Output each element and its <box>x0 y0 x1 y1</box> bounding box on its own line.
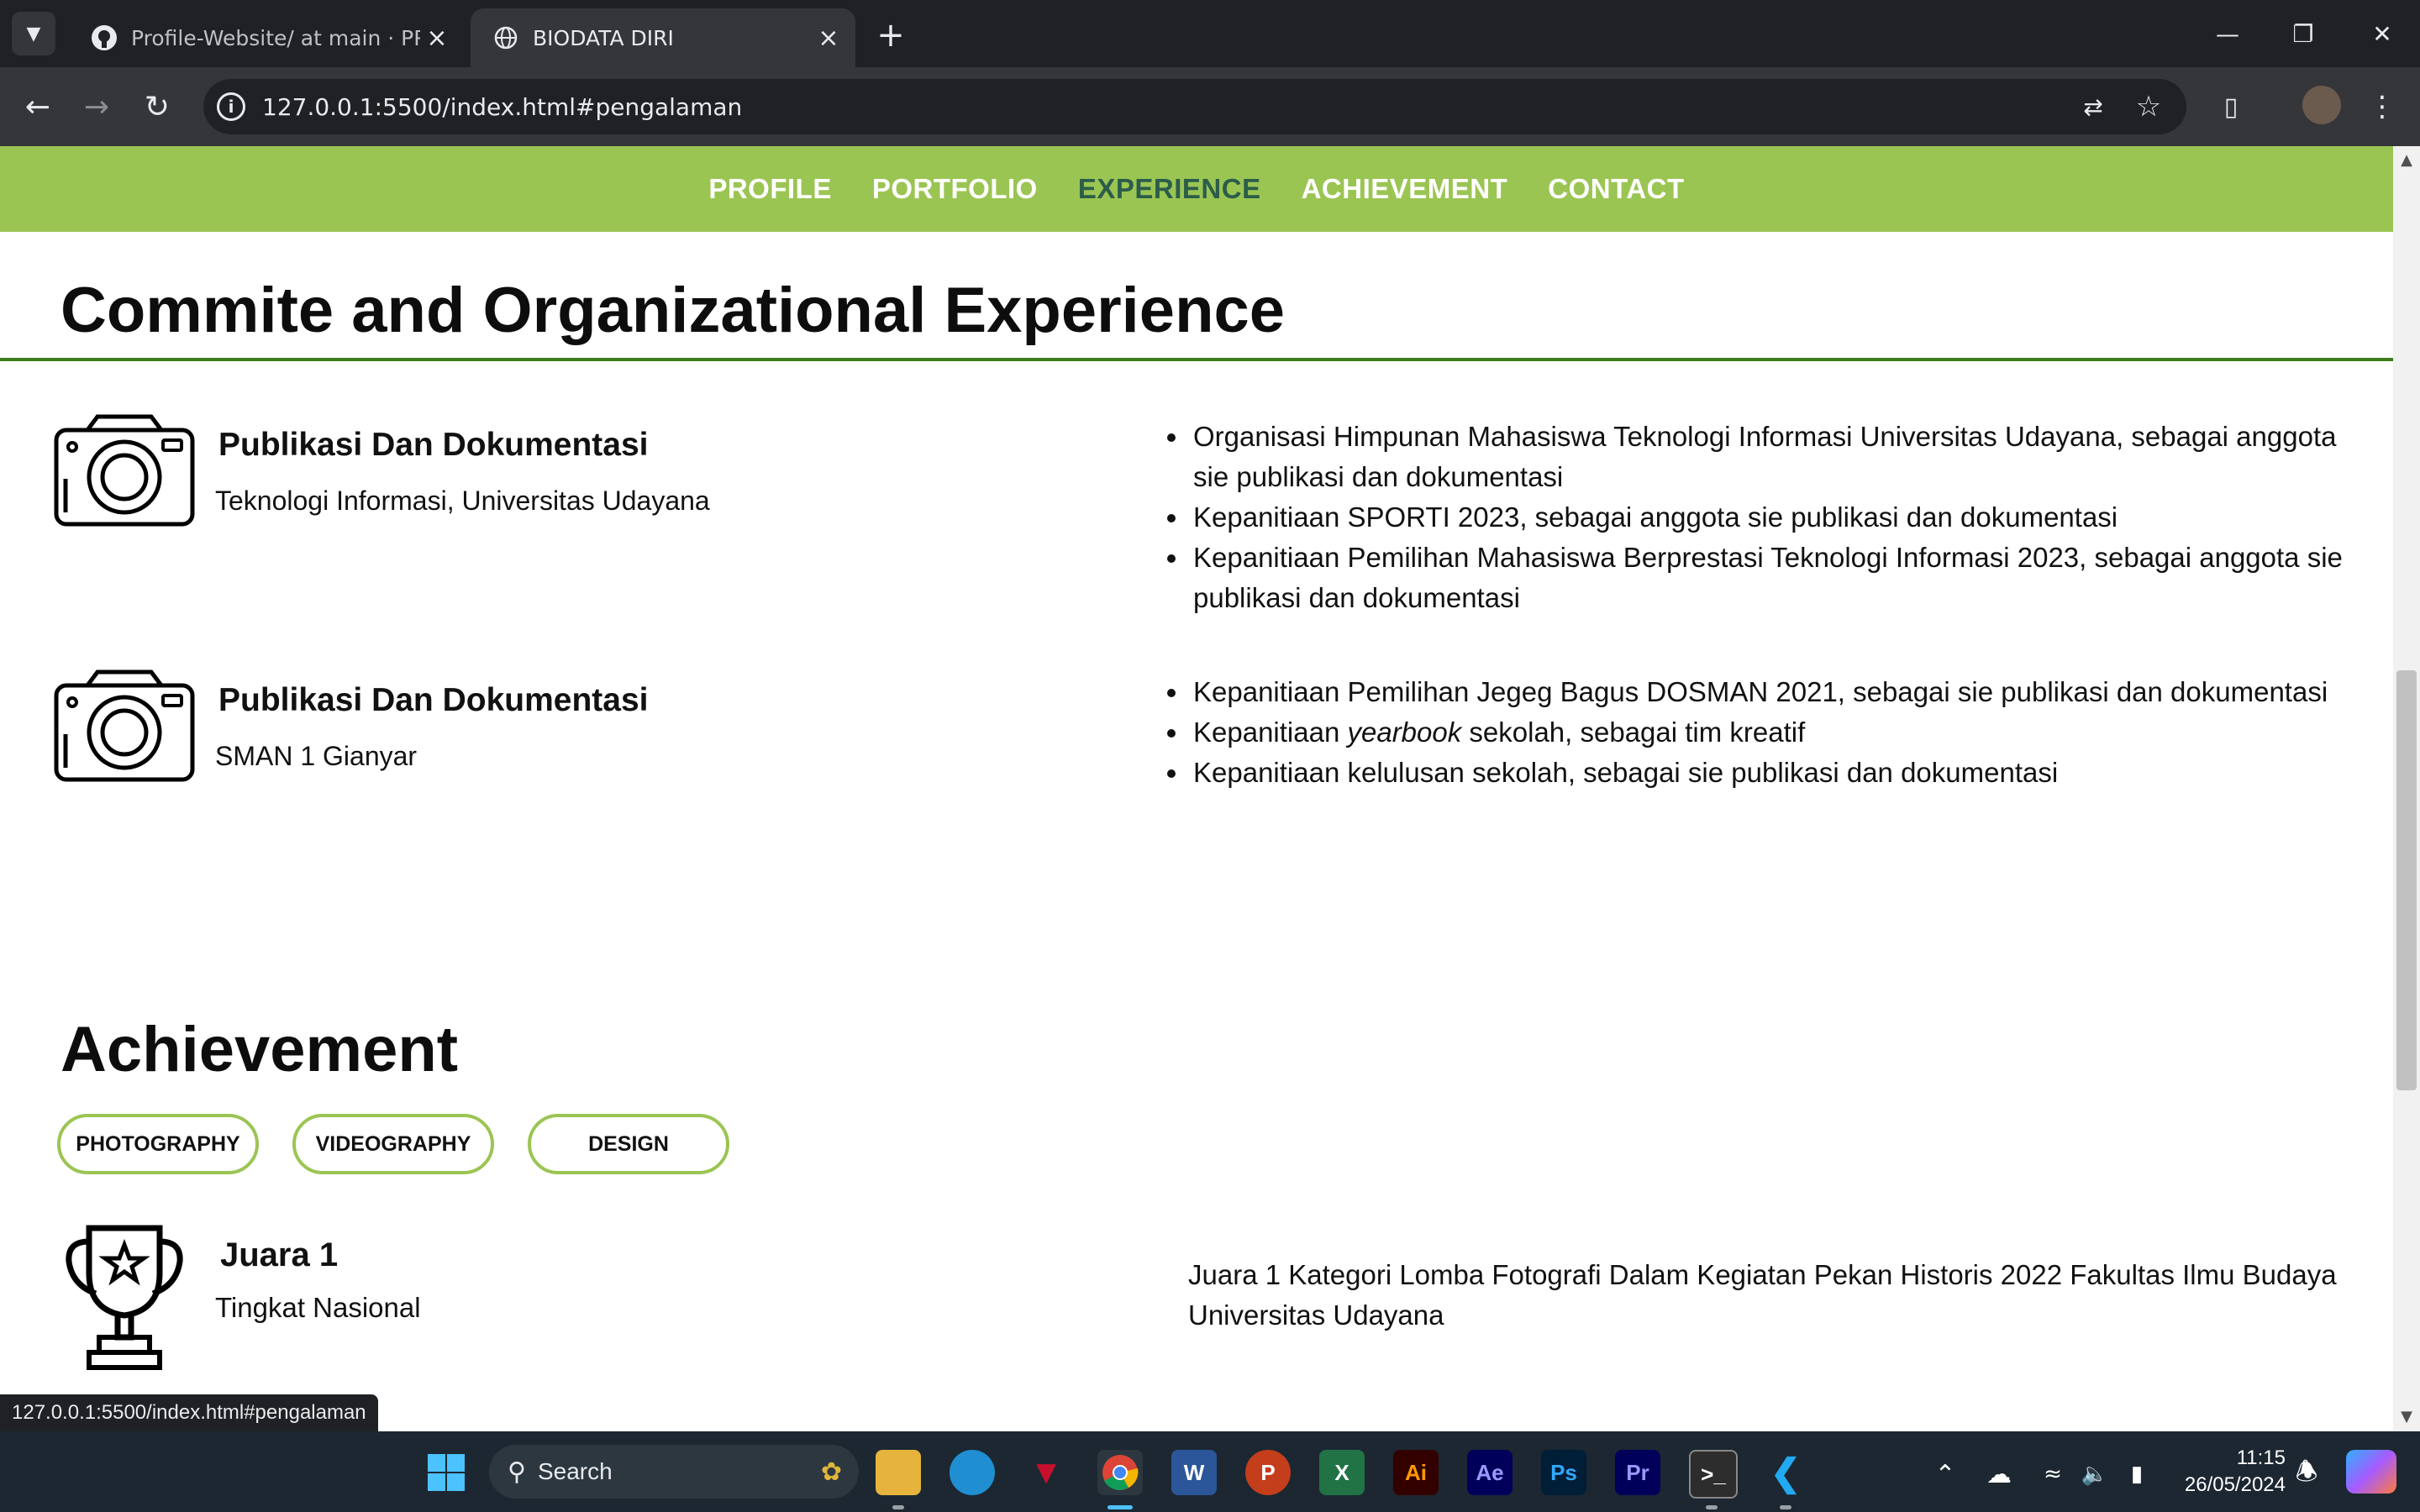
camera-icon <box>54 414 195 527</box>
tab-title: Profile-Website/ at main · PRisa <box>131 25 420 50</box>
extensions-icon[interactable]: ▯ <box>2210 86 2252 128</box>
nav-portfolio[interactable]: PORTFOLIO <box>872 173 1038 205</box>
translate-icon[interactable]: ⇄ <box>2072 86 2114 128</box>
achievement-description: Juara 1 Kategori Lomba Fotografi Dalam K… <box>1188 1259 2337 1331</box>
app-active-indicator <box>1107 1505 1133 1509</box>
list-item-text: Kepanitiaan <box>1193 717 1348 748</box>
nav-contact[interactable]: CONTACT <box>1548 173 1684 205</box>
experience-role: Publikasi Dan Dokumentasi <box>218 682 649 718</box>
filter-videography-button[interactable]: VIDEOGRAPHY <box>292 1114 494 1174</box>
profile-avatar[interactable] <box>2302 86 2341 124</box>
list-item-text: sekolah, sebagai tim kreatif <box>1461 717 1806 748</box>
scrollbar-thumb[interactable] <box>2396 670 2417 1090</box>
achievement-level: Tingkat Nasional <box>215 1292 421 1323</box>
notification-bell-icon[interactable]: 🕭 <box>2287 1455 2326 1494</box>
search-icon: ⚲ <box>508 1457 526 1486</box>
browser-tab-strip: ▼ Profile-Website/ at main · PRisa × BIO… <box>0 0 2420 67</box>
tray-chevron-up-icon[interactable]: ⌃ <box>1926 1455 1965 1494</box>
nav-experience[interactable]: EXPERIENCE <box>1078 173 1261 205</box>
list-item: Kepanitiaan Pemilihan Jegeg Bagus DOSMAN… <box>1190 672 2375 712</box>
tab-title: BIODATA DIRI <box>533 25 674 50</box>
edge-icon[interactable] <box>950 1450 995 1495</box>
taskbar-clock[interactable]: 11:15 26/05/2024 <box>2168 1445 2286 1499</box>
link-status-bar: 127.0.0.1:5500/index.html#pengalaman <box>0 1394 378 1431</box>
file-explorer-icon[interactable] <box>876 1450 921 1495</box>
close-icon[interactable]: × <box>420 21 454 55</box>
site-navbar: PROFILE PORTFOLIO EXPERIENCE ACHIEVEMENT… <box>0 146 2393 232</box>
reload-icon[interactable]: ↻ <box>136 86 178 128</box>
window-close-icon[interactable]: ✕ <box>2344 8 2420 59</box>
search-placeholder: Search <box>537 1458 613 1484</box>
menu-kebab-icon[interactable]: ⋮ <box>2361 86 2403 128</box>
filter-photography-button[interactable]: PHOTOGRAPHY <box>57 1114 259 1174</box>
mcafee-icon[interactable]: ▼ <box>1023 1450 1069 1495</box>
star-icon[interactable]: ☆ <box>2128 86 2170 128</box>
copilot-icon[interactable] <box>2346 1450 2396 1494</box>
list-item: Kepanitiaan Pemilihan Mahasiswa Berprest… <box>1190 538 2375 618</box>
search-highlight-icon: ✿ <box>820 1457 842 1486</box>
after-effects-icon[interactable]: Ae <box>1467 1450 1512 1495</box>
forward-arrow-icon[interactable]: → <box>76 86 118 128</box>
list-item: Organisasi Himpunan Mahasiswa Teknologi … <box>1190 417 2375 497</box>
experience-list: Organisasi Himpunan Mahasiswa Teknologi … <box>1165 417 2375 618</box>
section-divider <box>0 358 2393 361</box>
clock-date: 26/05/2024 <box>2184 1473 2286 1496</box>
chevron-down-icon: ▼ <box>26 23 41 45</box>
taskbar-search-box[interactable]: ⚲ Search ✿ <box>489 1445 859 1499</box>
back-arrow-icon[interactable]: ← <box>17 86 59 128</box>
tab-biodata[interactable]: BIODATA DIRI × <box>471 8 855 67</box>
battery-icon[interactable]: ▮ <box>2118 1455 2156 1494</box>
excel-icon[interactable]: X <box>1319 1450 1365 1495</box>
camera-icon <box>54 669 195 782</box>
tab-github[interactable]: Profile-Website/ at main · PRisa × <box>69 8 464 67</box>
volume-icon[interactable]: 🔈 <box>2075 1455 2114 1494</box>
experience-list: Kepanitiaan Pemilihan Jegeg Bagus DOSMAN… <box>1165 672 2375 793</box>
app-running-indicator <box>892 1505 904 1509</box>
app-running-indicator <box>1780 1505 1791 1509</box>
globe-icon <box>492 24 519 51</box>
nav-achievement[interactable]: ACHIEVEMENT <box>1302 173 1508 205</box>
tab-search-button[interactable]: ▼ <box>12 12 55 55</box>
list-item: Kepanitiaan SPORTI 2023, sebagai anggota… <box>1190 497 2375 538</box>
close-icon[interactable]: × <box>812 21 845 55</box>
experience-section-title: Commite and Organizational Experience <box>60 275 1286 346</box>
new-tab-button[interactable]: + <box>871 15 911 55</box>
chrome-icon[interactable] <box>1097 1450 1143 1495</box>
site-info-icon[interactable]: i <box>217 92 245 121</box>
achievement-section-title: Achievement <box>60 1014 459 1085</box>
powerpoint-icon[interactable]: P <box>1245 1450 1291 1495</box>
scroll-up-icon[interactable]: ▲ <box>2393 148 2420 171</box>
onedrive-cloud-icon[interactable]: ☁ <box>1980 1455 2018 1494</box>
photoshop-icon[interactable]: Ps <box>1541 1450 1586 1495</box>
windows-taskbar: ⚲ Search ✿ ▼ W P X Ai Ae Ps Pr >_ ❮ ⌃ ☁ … <box>0 1431 2420 1512</box>
vscode-icon[interactable]: ❮ <box>1763 1450 1808 1495</box>
experience-org: SMAN 1 Gianyar <box>215 741 418 771</box>
premiere-icon[interactable]: Pr <box>1615 1450 1660 1495</box>
app-running-indicator <box>1706 1505 1718 1509</box>
illustrator-icon[interactable]: Ai <box>1393 1450 1439 1495</box>
minimize-icon[interactable]: — <box>2190 8 2265 59</box>
terminal-icon[interactable]: >_ <box>1689 1450 1738 1499</box>
experience-role: Publikasi Dan Dokumentasi <box>218 427 649 463</box>
web-page: PROFILE PORTFOLIO EXPERIENCE ACHIEVEMENT… <box>0 146 2393 1431</box>
clock-time: 11:15 <box>2236 1446 2286 1469</box>
filter-design-button[interactable]: DESIGN <box>528 1114 729 1174</box>
list-item-emphasis: yearbook <box>1347 717 1462 748</box>
trophy-icon <box>66 1225 183 1370</box>
windows-start-icon[interactable] <box>424 1450 469 1495</box>
achievement-title: Juara 1 <box>220 1236 339 1273</box>
list-item: Kepanitiaan kelulusan sekolah, sebagai s… <box>1190 753 2375 793</box>
wifi-icon[interactable]: ≈ <box>2033 1455 2072 1494</box>
scroll-down-icon[interactable]: ▼ <box>2393 1404 2420 1428</box>
experience-org: Teknologi Informasi, Universitas Udayana <box>215 486 710 516</box>
url-text: 127.0.0.1:5500/index.html#pengalaman <box>262 92 743 121</box>
word-icon[interactable]: W <box>1171 1450 1217 1495</box>
achievement-filter-group: PHOTOGRAPHY VIDEOGRAPHY DESIGN <box>0 1114 2393 1174</box>
github-icon <box>91 24 118 51</box>
list-item: Kepanitiaan yearbook sekolah, sebagai ti… <box>1190 712 2375 753</box>
browser-toolbar: ← → ↻ i 127.0.0.1:5500/index.html#pengal… <box>0 67 2420 146</box>
address-bar[interactable]: i 127.0.0.1:5500/index.html#pengalaman <box>203 79 2186 134</box>
restore-icon[interactable]: ❐ <box>2265 8 2341 59</box>
nav-profile[interactable]: PROFILE <box>708 173 832 205</box>
